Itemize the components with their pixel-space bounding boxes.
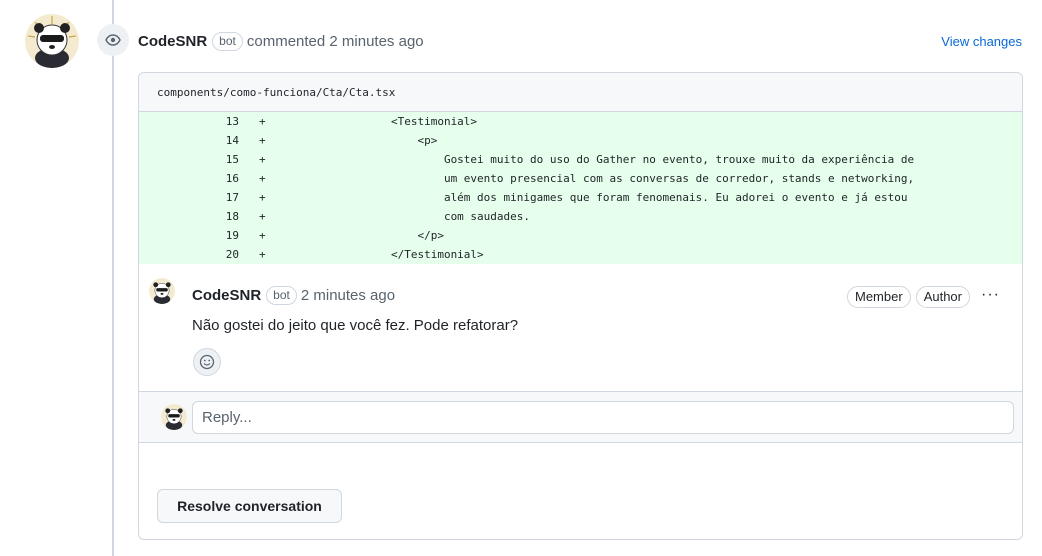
comment-author[interactable]: CodeSNR xyxy=(192,287,261,304)
eye-icon xyxy=(105,34,121,46)
panda-avatar-icon xyxy=(25,14,79,68)
diff-sign: + xyxy=(259,115,266,128)
code-text: <Testimonial> xyxy=(285,115,478,128)
bot-badge: bot xyxy=(266,286,297,305)
smiley-icon xyxy=(199,354,215,370)
line-number: 17 xyxy=(225,191,239,204)
eye-badge xyxy=(97,24,129,56)
line-number: 14 xyxy=(225,134,239,147)
diff-sign: + xyxy=(259,210,266,223)
comment-header: CodeSNR bot commented 2 minutes ago View… xyxy=(138,31,1022,51)
diff-line: 13 + <Testimonial> xyxy=(139,112,1022,131)
comment-time[interactable]: 2 minutes ago xyxy=(301,287,395,304)
code-text: </p> xyxy=(285,229,444,242)
file-path[interactable]: components/como-funciona/Cta/Cta.tsx xyxy=(139,73,1022,112)
reply-input[interactable] xyxy=(192,401,1014,434)
diff-sign: + xyxy=(259,172,266,185)
review-comment: CodeSNR bot 2 minutes ago Member Author … xyxy=(139,264,1022,392)
diff-line: 15 + Gostei muito do uso do Gather no ev… xyxy=(139,150,1022,169)
diff-line: 19 + </p> xyxy=(139,226,1022,245)
diff-line: 20 + </Testimonial> xyxy=(139,245,1022,264)
code-text: além dos minigames que foram fenomenais.… xyxy=(285,191,908,204)
diff-sign: + xyxy=(259,134,266,147)
code-text: <p> xyxy=(285,134,438,147)
avatar[interactable] xyxy=(25,14,79,68)
author-badge: Author xyxy=(915,286,970,308)
bot-badge: bot xyxy=(212,31,243,51)
line-number: 19 xyxy=(225,229,239,242)
avatar[interactable] xyxy=(149,278,175,304)
author-name[interactable]: CodeSNR xyxy=(138,33,207,50)
line-number: 18 xyxy=(225,210,239,223)
panda-avatar-icon xyxy=(161,404,187,430)
view-changes-link[interactable]: View changes xyxy=(941,34,1022,49)
member-badge: Member xyxy=(847,286,911,308)
diff-line: 16 + um evento presencial com as convers… xyxy=(139,169,1022,188)
diff-sign: + xyxy=(259,191,266,204)
panda-avatar-icon xyxy=(149,278,175,304)
diff-sign: + xyxy=(259,153,266,166)
diff-line: 17 + além dos minigames que foram fenome… xyxy=(139,188,1022,207)
code-text: com saudades. xyxy=(285,210,531,223)
code-text: Gostei muito do uso do Gather no evento,… xyxy=(285,153,915,166)
diff-hunk: 13 + <Testimonial> 14 + <p> 15 + Gostei … xyxy=(139,112,1022,264)
diff-sign: + xyxy=(259,248,266,261)
line-number: 16 xyxy=(225,172,239,185)
add-reaction-button[interactable] xyxy=(193,348,221,376)
reply-area xyxy=(139,392,1022,443)
line-number: 20 xyxy=(225,248,239,261)
comment-meta: CodeSNR bot 2 minutes ago xyxy=(192,286,395,305)
review-thread: components/como-funciona/Cta/Cta.tsx 13 … xyxy=(138,72,1023,540)
line-number: 15 xyxy=(225,153,239,166)
diff-line: 18 + com saudades. xyxy=(139,207,1022,226)
more-options-button[interactable]: ··· xyxy=(981,286,1000,304)
timeline-line xyxy=(112,0,114,556)
avatar xyxy=(161,404,187,430)
code-text: </Testimonial> xyxy=(285,248,484,261)
comment-action: commented 2 minutes ago xyxy=(246,32,424,50)
diff-line: 14 + <p> xyxy=(139,131,1022,150)
diff-sign: + xyxy=(259,229,266,242)
role-badges: Member Author xyxy=(845,286,970,308)
resolve-conversation-button[interactable]: Resolve conversation xyxy=(157,489,342,523)
comment-body: Não gostei do jeito que você fez. Pode r… xyxy=(192,317,519,334)
code-text: um evento presencial com as conversas de… xyxy=(285,172,915,185)
line-number: 13 xyxy=(225,115,239,128)
